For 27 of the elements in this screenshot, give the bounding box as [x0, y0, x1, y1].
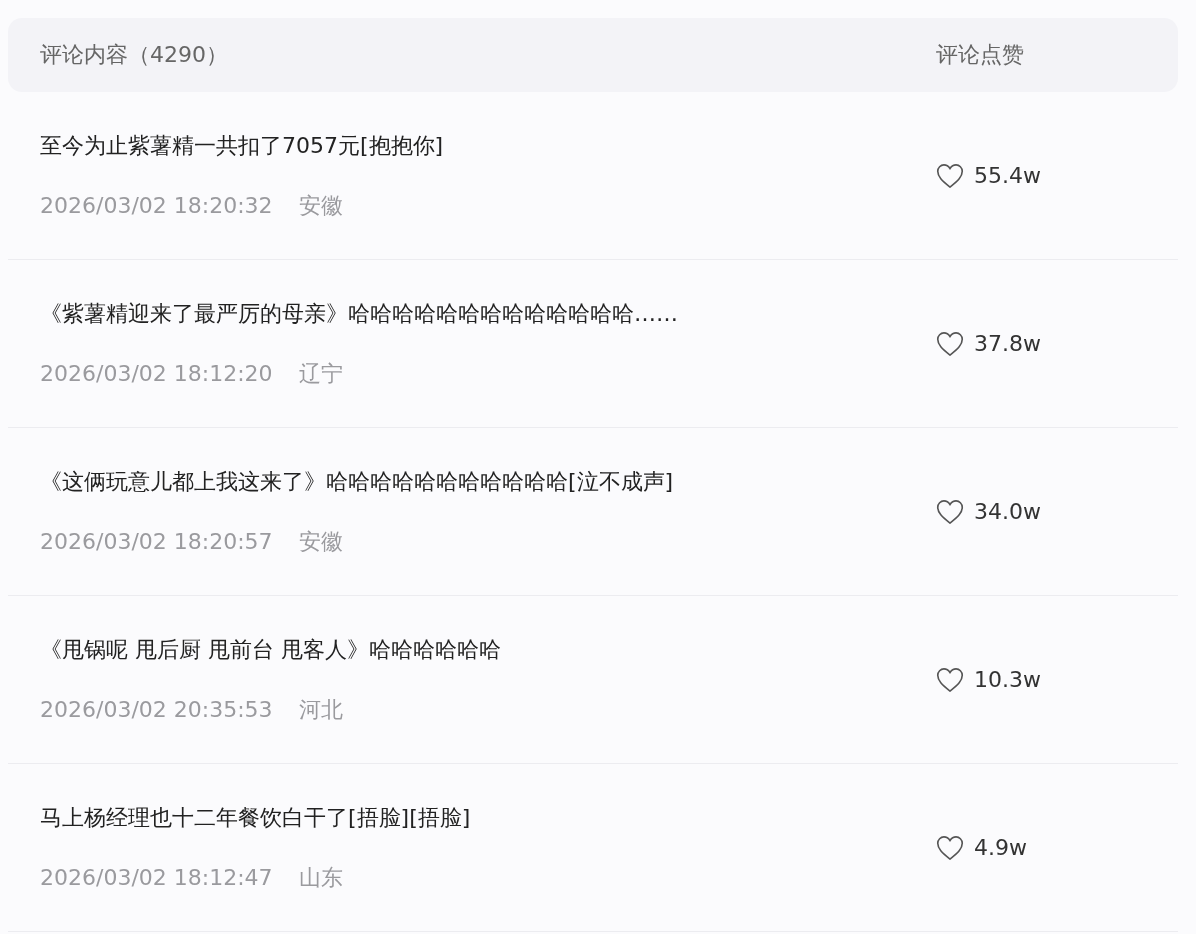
like-count: 37.8w	[974, 331, 1041, 356]
comment-time: 2026/03/02 18:12:20	[40, 360, 273, 386]
column-heading: 评论点赞	[936, 41, 1025, 69]
comment-text: 马上杨经理也十二年餐饮白干了[捂脸][捂脸]	[40, 803, 472, 832]
heart-icon[interactable]	[936, 162, 964, 189]
heart-icon[interactable]	[936, 666, 964, 693]
heart-icon[interactable]	[936, 834, 964, 861]
like-count: 34.0w	[974, 499, 1041, 524]
heart-icon[interactable]	[936, 498, 964, 525]
like-count: 55.4w	[974, 163, 1041, 188]
comment-time: 2026/03/02 18:20:57	[40, 528, 273, 554]
like-count: 4.9w	[974, 835, 1027, 860]
comment-text: 《这俩玩意儿都上我这来了》哈哈哈哈哈哈哈哈哈哈哈[泣不成声]	[40, 467, 675, 496]
column-heading: 评论内容（4290）	[40, 41, 229, 69]
like-count: 10.3w	[974, 667, 1041, 692]
comment-text: 《紫薯精迎来了最严厉的母亲》哈哈哈哈哈哈哈哈哈哈哈哈哈……	[40, 299, 679, 328]
comment-region: 河北	[298, 696, 343, 722]
comment-region: 安徽	[298, 528, 343, 554]
comment-time: 2026/03/02 18:20:32	[40, 192, 273, 218]
comment-region: 安徽	[298, 192, 343, 218]
heart-icon[interactable]	[936, 330, 964, 357]
comment-region: 辽宁	[298, 360, 343, 386]
comment-time: 2026/03/02 18:12:47	[40, 864, 273, 890]
comment-text: 《甩锅呢 甩后厨 甩前台 甩客人》哈哈哈哈哈哈	[40, 635, 502, 664]
comment-region: 山东	[298, 864, 343, 890]
comment-text: 至今为止紫薯精一共扣了7057元[抱抱你]	[40, 131, 445, 160]
comment-time: 2026/03/02 20:35:53	[40, 696, 273, 722]
